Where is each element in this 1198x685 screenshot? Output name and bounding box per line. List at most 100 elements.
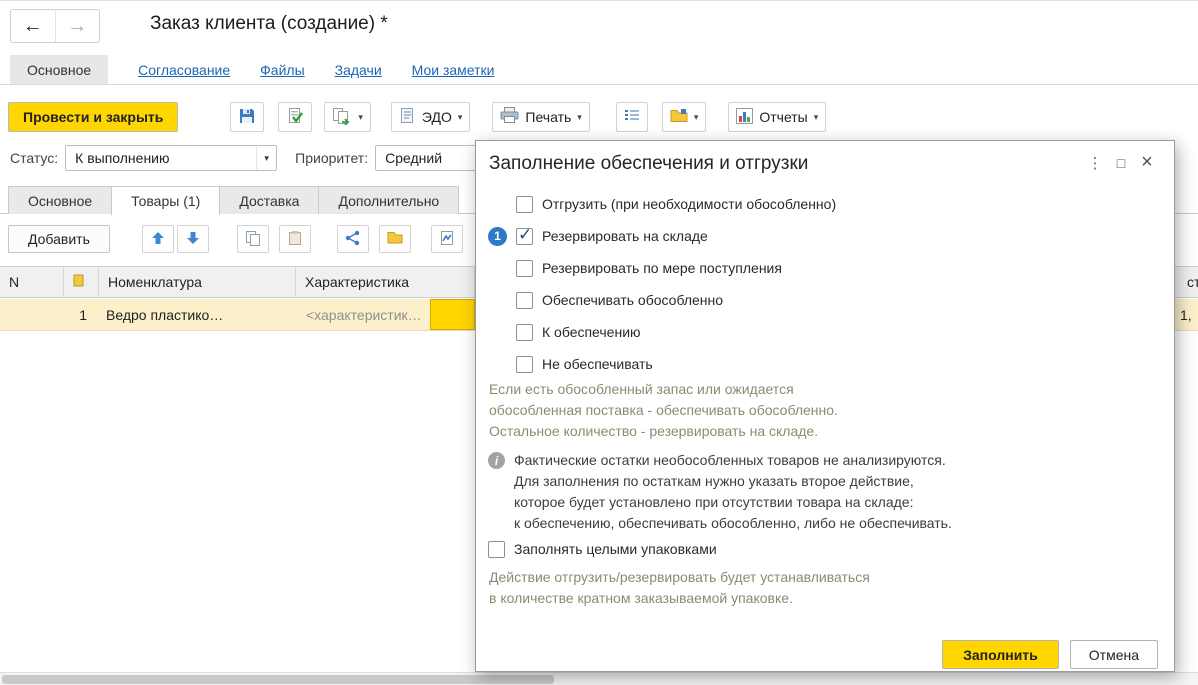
edo-icon bbox=[399, 107, 416, 127]
attachments-button[interactable]: ▾ bbox=[662, 102, 707, 132]
reserve-on-receipt-label[interactable]: Резервировать по мере поступления bbox=[542, 260, 782, 276]
command-toolbar: Провести и закрыть ▾ ЭДО ▾ Печать ▾ ▾ bbox=[0, 97, 1198, 137]
folder-icon bbox=[670, 108, 688, 126]
column-header-nomenclature[interactable]: Номенклатура bbox=[99, 267, 296, 297]
save-icon bbox=[238, 107, 256, 128]
option-to-provision: К обеспечению bbox=[488, 320, 641, 344]
do-not-provide-checkbox[interactable] bbox=[516, 356, 533, 373]
add-row-button[interactable]: Добавить bbox=[8, 225, 110, 253]
info-line: к обеспечению, обеспечивать обособленно,… bbox=[514, 513, 952, 534]
close-icon[interactable]: × bbox=[1134, 151, 1160, 174]
report-chart-icon bbox=[736, 108, 753, 127]
create-based-on-button[interactable]: ▾ bbox=[324, 102, 371, 132]
list-icon bbox=[624, 108, 640, 127]
print-button[interactable]: Печать ▾ bbox=[492, 102, 589, 132]
yellow-folder-icon bbox=[387, 230, 403, 248]
info-note: Фактические остатки необособленных товар… bbox=[514, 450, 952, 534]
stamp-icon bbox=[439, 230, 455, 249]
save-button[interactable] bbox=[230, 102, 264, 132]
status-row: Статус: К выполнению ▾ Приоритет: Средни… bbox=[0, 141, 475, 175]
ship-label[interactable]: Отгрузить (при необходимости обособленно… bbox=[542, 196, 836, 212]
column-header-n[interactable]: N bbox=[0, 267, 64, 297]
reserve-on-receipt-checkbox[interactable] bbox=[516, 260, 533, 277]
cancel-button[interactable]: Отмена bbox=[1070, 640, 1158, 669]
quantity-partial-cell[interactable]: 1, bbox=[1180, 299, 1198, 330]
column-header-marker[interactable] bbox=[64, 267, 99, 297]
reports-label: Отчеты bbox=[759, 109, 807, 125]
post-button[interactable] bbox=[278, 102, 312, 132]
edo-button[interactable]: ЭДО ▾ bbox=[391, 102, 471, 132]
reserve-warehouse-checkbox[interactable] bbox=[516, 228, 533, 245]
nav-link-files[interactable]: Файлы bbox=[260, 55, 304, 84]
move-up-button[interactable] bbox=[142, 225, 174, 253]
chevron-down-icon[interactable]: ▾ bbox=[256, 146, 276, 170]
reports-button[interactable]: Отчеты ▾ bbox=[728, 102, 826, 132]
copy-icon bbox=[245, 230, 261, 249]
scrollbar-thumb[interactable] bbox=[2, 675, 554, 684]
option-ship: Отгрузить (при необходимости обособленно… bbox=[488, 192, 836, 216]
more-menu-icon[interactable]: ⋮ bbox=[1082, 154, 1108, 172]
priority-value: Средний bbox=[376, 150, 475, 166]
status-label: Статус: bbox=[10, 150, 58, 166]
status-value: К выполнению bbox=[66, 150, 256, 166]
discuss-button[interactable] bbox=[337, 225, 369, 253]
ship-checkbox[interactable] bbox=[516, 196, 533, 213]
fill-provision-dialog: Заполнение обеспечения и отгрузки ⋮ □ × … bbox=[475, 140, 1175, 672]
chevron-down-icon: ▾ bbox=[577, 112, 582, 123]
tab-delivery[interactable]: Доставка bbox=[219, 186, 319, 214]
paste-row-button[interactable] bbox=[279, 225, 311, 253]
status-select[interactable]: К выполнению ▾ bbox=[65, 145, 277, 171]
hint-line: Остальное количество - резервировать на … bbox=[489, 421, 838, 442]
horizontal-scrollbar[interactable] bbox=[0, 672, 1198, 685]
option-whole-packs: Заполнять целыми упаковками bbox=[488, 537, 717, 561]
column-header-partial[interactable]: ст bbox=[1178, 267, 1198, 297]
nav-link-tasks[interactable]: Задачи bbox=[335, 55, 382, 84]
nomenclature-cell[interactable]: Ведро пластико… bbox=[106, 299, 294, 330]
post-and-close-button[interactable]: Провести и закрыть bbox=[8, 102, 178, 132]
option-reserve-on-receipt: Резервировать по мере поступления bbox=[488, 256, 782, 280]
nav-link-approval[interactable]: Согласование bbox=[138, 55, 230, 84]
tab-goods[interactable]: Товары (1) bbox=[111, 186, 220, 215]
provide-separately-checkbox[interactable] bbox=[516, 292, 533, 309]
option-provide-separately: Обеспечивать обособленно bbox=[488, 288, 723, 312]
whole-packs-checkbox[interactable] bbox=[488, 541, 505, 558]
provide-separately-label[interactable]: Обеспечивать обособленно bbox=[542, 292, 723, 308]
info-icon: i bbox=[488, 452, 505, 469]
row-number-cell[interactable]: 1 bbox=[0, 299, 92, 330]
tab-main[interactable]: Основное bbox=[8, 186, 112, 214]
tab-additional[interactable]: Дополнительно bbox=[318, 186, 459, 214]
column-header-characteristic[interactable]: Характеристика bbox=[296, 267, 475, 297]
paste-icon bbox=[287, 230, 303, 249]
chevron-down-icon: ▾ bbox=[358, 112, 363, 123]
reserve-warehouse-label[interactable]: Резервировать на складе bbox=[542, 228, 708, 244]
fill-provision-button[interactable] bbox=[431, 225, 463, 253]
hint-line: в количестве кратном заказываемой упаков… bbox=[489, 588, 870, 609]
arrow-down-icon bbox=[186, 231, 200, 248]
provision-action-cell[interactable] bbox=[430, 299, 475, 330]
whole-packs-label[interactable]: Заполнять целыми упаковками bbox=[514, 541, 717, 557]
dialog-buttons: Заполнить Отмена bbox=[942, 640, 1158, 669]
priority-select[interactable]: Средний bbox=[375, 145, 475, 171]
option-reserve-warehouse: 1 Резервировать на складе bbox=[488, 224, 708, 248]
to-provision-checkbox[interactable] bbox=[516, 324, 533, 341]
maximize-icon[interactable]: □ bbox=[1108, 155, 1134, 171]
change-selected-button[interactable] bbox=[379, 225, 411, 253]
move-down-button[interactable] bbox=[177, 225, 209, 253]
back-arrow-icon[interactable]: ← bbox=[11, 10, 56, 42]
task-list-button[interactable] bbox=[616, 102, 648, 132]
nav-link-notes[interactable]: Мои заметки bbox=[412, 55, 495, 84]
copy-row-button[interactable] bbox=[237, 225, 269, 253]
hint-provision: Если есть обособленный запас или ожидает… bbox=[489, 379, 838, 442]
edo-label: ЭДО bbox=[422, 109, 452, 125]
forward-arrow-icon[interactable]: → bbox=[56, 10, 100, 42]
info-line: Фактические остатки необособленных товар… bbox=[514, 450, 952, 471]
to-provision-label[interactable]: К обеспечению bbox=[542, 324, 641, 340]
do-not-provide-label[interactable]: Не обеспечивать bbox=[542, 356, 653, 372]
characteristic-cell[interactable]: <характеристик… bbox=[306, 299, 428, 330]
chevron-down-icon: ▾ bbox=[814, 112, 819, 123]
nav-tab-main[interactable]: Основное bbox=[10, 55, 108, 84]
fill-button[interactable]: Заполнить bbox=[942, 640, 1059, 669]
app-window: ← → Заказ клиента (создание) * Основное … bbox=[0, 0, 1198, 685]
arrow-up-icon bbox=[151, 231, 165, 248]
hint-line: Если есть обособленный запас или ожидает… bbox=[489, 379, 838, 400]
